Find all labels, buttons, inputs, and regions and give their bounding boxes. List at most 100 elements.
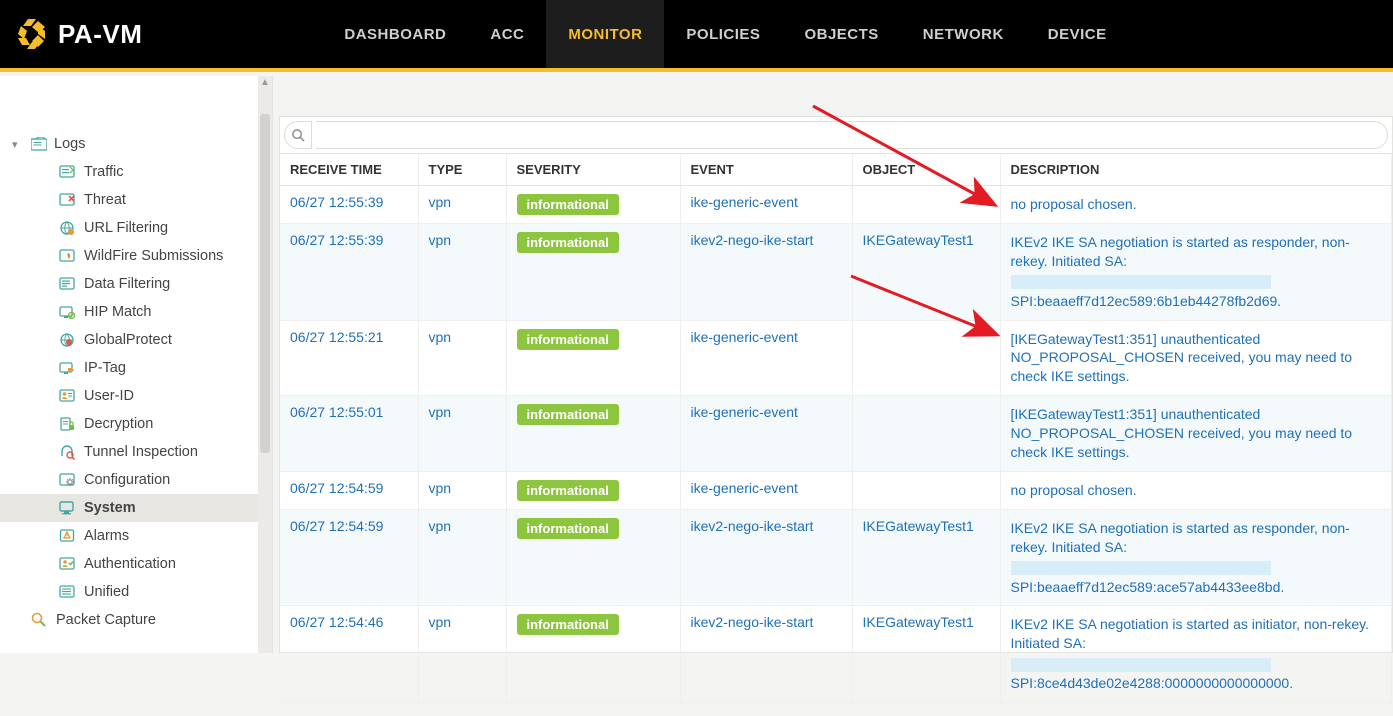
nav-network[interactable]: NETWORK	[901, 0, 1026, 68]
sidebar-item-label: Tunnel Inspection	[84, 444, 198, 460]
severity-badge: informational	[517, 518, 619, 539]
sidebar-item-tunnel-inspection[interactable]: Tunnel Inspection	[0, 438, 258, 466]
sidebar-item-hip-match[interactable]: HIP Match	[0, 298, 258, 326]
cell-severity: informational	[506, 224, 680, 321]
table-row[interactable]: 06/27 12:55:39vpninformationalikev2-nego…	[280, 224, 1392, 321]
severity-badge: informational	[517, 614, 619, 635]
scroll-up-icon[interactable]: ▲	[258, 76, 272, 90]
severity-badge: informational	[517, 194, 619, 215]
table-row[interactable]: 06/27 12:55:39vpninformationalike-generi…	[280, 186, 1392, 224]
brand-text: PA-VM	[58, 19, 142, 50]
sidebar-item-ip-tag[interactable]: IP-Tag	[0, 354, 258, 382]
cell-description: [IKEGatewayTest1:351] unauthenticated NO…	[1000, 396, 1392, 472]
brand: PA-VM	[18, 19, 142, 50]
column-header[interactable]: TYPE	[418, 154, 506, 186]
main-nav: DASHBOARDACCMONITORPOLICIESOBJECTSNETWOR…	[322, 0, 1128, 68]
column-header[interactable]: DESCRIPTION	[1000, 154, 1392, 186]
cell-type: vpn	[418, 320, 506, 396]
sidebar-item-url-filtering[interactable]: URL Filtering	[0, 214, 258, 242]
cell-receive-time: 06/27 12:54:59	[280, 509, 418, 606]
column-header[interactable]: EVENT	[680, 154, 852, 186]
cell-event: ikev2-nego-ike-start	[680, 509, 852, 606]
system-icon	[58, 499, 76, 517]
sidebar-item-wildfire-submissions[interactable]: WildFire Submissions	[0, 242, 258, 270]
sidebar-item-label: HIP Match	[84, 304, 151, 320]
sidebar-item-label: Alarms	[84, 528, 129, 544]
cell-description: no proposal chosen.	[1000, 471, 1392, 509]
sidebar-item-label: Data Filtering	[84, 276, 170, 292]
ip-tag-icon	[58, 359, 76, 377]
table-row[interactable]: 06/27 12:55:01vpninformationalike-generi…	[280, 396, 1392, 472]
cell-object: IKEGatewayTest1	[852, 606, 1000, 703]
redacted-block	[1011, 275, 1271, 289]
cell-receive-time: 06/27 12:55:01	[280, 396, 418, 472]
table-row[interactable]: 06/27 12:55:21vpninformationalike-generi…	[280, 320, 1392, 396]
sidebar-item-system[interactable]: System	[0, 494, 258, 522]
url-filtering-icon	[58, 219, 76, 237]
redacted-block	[1011, 658, 1271, 672]
nav-objects[interactable]: OBJECTS	[782, 0, 900, 68]
top-bar: PA-VM DASHBOARDACCMONITORPOLICIESOBJECTS…	[0, 0, 1393, 72]
cell-type: vpn	[418, 224, 506, 321]
sidebar-scrollbar[interactable]: ▲	[258, 76, 272, 653]
cell-receive-time: 06/27 12:54:46	[280, 606, 418, 703]
logs-folder-icon	[30, 135, 48, 153]
search-bar	[280, 117, 1392, 154]
authentication-icon	[58, 555, 76, 573]
sidebar-item-decryption[interactable]: Decryption	[0, 410, 258, 438]
sidebar-item-configuration[interactable]: Configuration	[0, 466, 258, 494]
sidebar-tree: ▾ Logs TrafficThreat URL Filtering WildFir…	[0, 76, 258, 653]
sidebar-item-authentication[interactable]: Authentication	[0, 550, 258, 578]
cell-description: no proposal chosen.	[1000, 186, 1392, 224]
sidebar-item-user-id[interactable]: User-ID	[0, 382, 258, 410]
search-icon[interactable]	[284, 121, 312, 149]
sidebar-item-label: URL Filtering	[84, 220, 168, 236]
nav-monitor[interactable]: MONITOR	[546, 0, 664, 68]
sidebar-item-globalprotect[interactable]: GlobalProtect	[0, 326, 258, 354]
cell-receive-time: 06/27 12:55:39	[280, 224, 418, 321]
nav-device[interactable]: DEVICE	[1026, 0, 1129, 68]
threat-icon	[58, 191, 76, 209]
search-input[interactable]	[316, 121, 1388, 149]
cell-severity: informational	[506, 606, 680, 703]
sidebar-item-data-filtering[interactable]: Data Filtering	[0, 270, 258, 298]
cell-description: IKEv2 IKE SA negotiation is started as r…	[1000, 509, 1392, 606]
sidebar-group2-label: Packet Capture	[56, 612, 156, 628]
redacted-block	[1011, 561, 1271, 575]
column-header[interactable]: SEVERITY	[506, 154, 680, 186]
column-header[interactable]: RECEIVE TIME	[280, 154, 418, 186]
severity-badge: informational	[517, 329, 619, 350]
log-table: RECEIVE TIMETYPESEVERITYEVENTOBJECTDESCR…	[280, 154, 1392, 703]
sidebar-group-packet-capture[interactable]: Packet Capture	[0, 606, 258, 634]
cell-type: vpn	[418, 186, 506, 224]
cell-object	[852, 396, 1000, 472]
cell-receive-time: 06/27 12:54:59	[280, 471, 418, 509]
chevron-down-icon: ▾	[12, 138, 24, 151]
sidebar-group-label: Logs	[54, 136, 85, 152]
user-id-icon	[58, 387, 76, 405]
nav-acc[interactable]: ACC	[468, 0, 546, 68]
nav-policies[interactable]: POLICIES	[664, 0, 782, 68]
sidebar-group-logs[interactable]: ▾ Logs	[0, 130, 258, 158]
cell-event: ikev2-nego-ike-start	[680, 606, 852, 703]
log-panel: RECEIVE TIMETYPESEVERITYEVENTOBJECTDESCR…	[279, 116, 1393, 653]
table-row[interactable]: 06/27 12:54:46vpn informational ikev2-nego…	[280, 606, 1392, 703]
sidebar-item-threat[interactable]: Threat	[0, 186, 258, 214]
severity-badge: informational	[517, 480, 619, 501]
cell-object	[852, 186, 1000, 224]
wildfire-icon	[58, 247, 76, 265]
cell-description: IKEv2 IKE SA negotiation is started as r…	[1000, 224, 1392, 321]
table-row[interactable]: 06/27 12:54:59vpn informational ikev2-nego…	[280, 509, 1392, 606]
sidebar-item-label: GlobalProtect	[84, 332, 172, 348]
cell-type: vpn	[418, 606, 506, 703]
cell-severity: informational	[506, 396, 680, 472]
cell-object	[852, 320, 1000, 396]
table-row[interactable]: 06/27 12:54:59vpninformationalike-generi…	[280, 471, 1392, 509]
column-header[interactable]: OBJECT	[852, 154, 1000, 186]
sidebar-item-alarms[interactable]: Alarms	[0, 522, 258, 550]
sidebar-item-unified[interactable]: Unified	[0, 578, 258, 606]
cell-type: vpn	[418, 509, 506, 606]
scrollbar-thumb[interactable]	[260, 114, 270, 453]
nav-dashboard[interactable]: DASHBOARD	[322, 0, 468, 68]
sidebar-item-traffic[interactable]: Traffic	[0, 158, 258, 186]
